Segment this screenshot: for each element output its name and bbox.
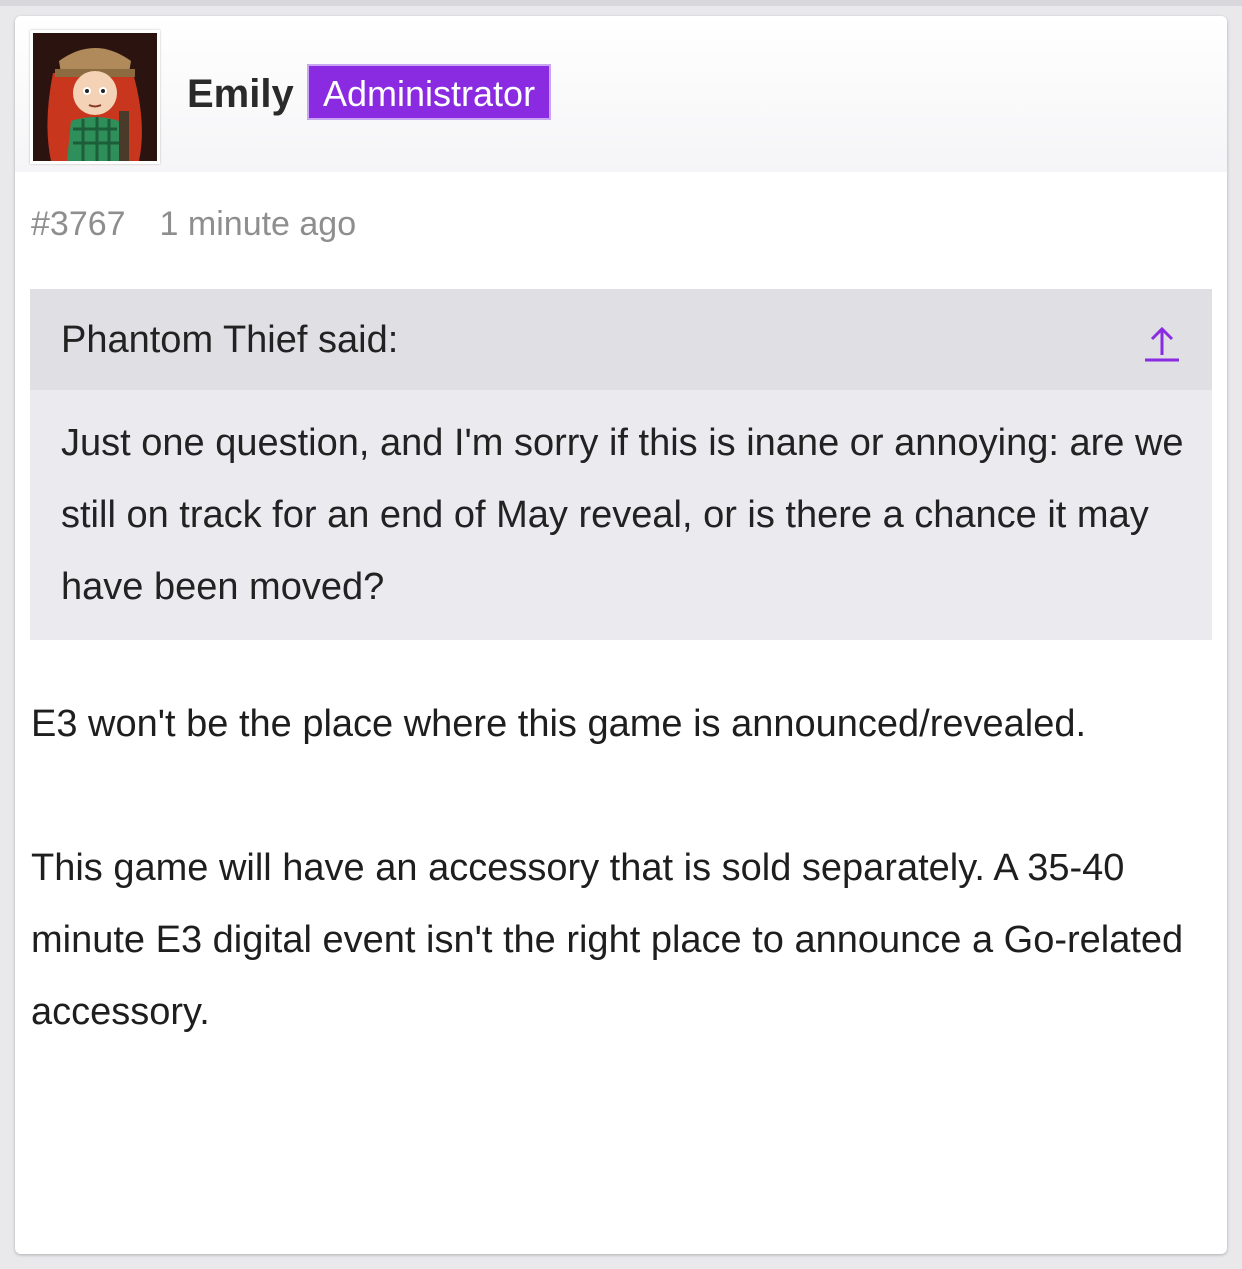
post-time[interactable]: 1 minute ago [160,205,357,243]
author-name[interactable]: Emily [187,72,294,116]
avatar-image [33,33,157,161]
role-badge: Administrator [307,64,552,120]
quote-text: Just one question, and I'm sorry if this… [61,422,1184,608]
jump-to-quote-button[interactable] [1142,323,1182,363]
quote-block: Phantom Thief said: Just one question, a… [30,289,1212,640]
previous-card-edge [0,0,1242,6]
post-body: E3 won't be the place where this game is… [31,688,1201,1048]
arrow-up-icon [1145,326,1179,362]
avatar[interactable] [30,30,160,164]
post-number[interactable]: #3767 [31,205,126,243]
post-card: Emily Administrator #3767 1 minute ago Ph… [15,16,1227,1254]
post-meta: #3767 1 minute ago [31,204,356,244]
post-paragraph: E3 won't be the place where this game is… [31,703,1087,745]
quote-author[interactable]: Phantom Thief said: [61,318,398,362]
post-paragraph: This game will have an accessory that is… [31,847,1184,1033]
quote-header: Phantom Thief said: [30,289,1212,390]
post-header: Emily Administrator [15,16,1227,172]
